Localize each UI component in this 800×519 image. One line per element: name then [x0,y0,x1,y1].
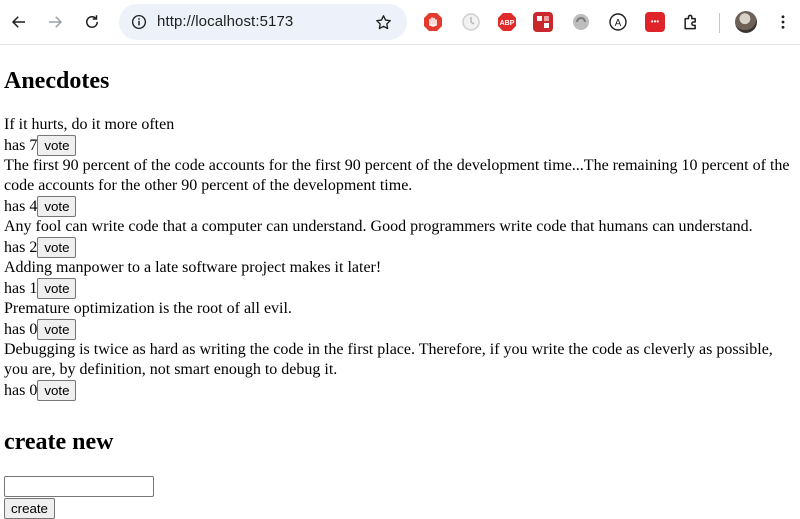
url-text[interactable]: http://localhost:5173 [157,4,293,40]
reload-button[interactable] [79,9,105,35]
anecdote-text: The first 90 percent of the code account… [4,157,790,194]
vote-count: 0 [29,321,38,338]
vote-line: has 1 vote [4,278,800,299]
vote-prefix: has [4,280,26,297]
a-circle-extension-icon[interactable]: A [608,12,628,32]
site-info-icon[interactable] [127,10,151,34]
vote-line: has 4 vote [4,196,800,217]
vote-line: has 2 vote [4,237,800,258]
vote-prefix: has [4,321,26,338]
kebab-menu-icon [781,15,785,29]
back-button[interactable] [6,9,32,35]
anecdote-text: If it hurts, do it more often [4,116,175,133]
vote-button[interactable]: vote [37,319,77,340]
grey-swirl-extension-icon[interactable] [571,12,591,32]
clock-extension-icon[interactable] [461,12,481,32]
vote-line: has 0 vote [4,380,800,401]
vote-count: 0 [29,382,38,399]
hand-stop-extension-icon[interactable] [423,12,443,32]
create-anecdote-form: create [4,476,800,519]
address-bar[interactable]: http://localhost:5173 [119,4,407,40]
arrow-right-icon [49,16,63,28]
anecdote-text: Adding manpower to a late software proje… [4,259,382,276]
browser-toolbar: http://localhost:5173 ABP A ••• [0,0,800,45]
toolbar-divider [719,13,720,33]
vote-button[interactable]: vote [37,237,77,258]
anecdote-input[interactable] [4,476,154,497]
vote-button[interactable]: vote [37,278,77,299]
anecdote-item: Adding manpower to a late software proje… [4,258,800,299]
vote-count: 1 [29,280,38,297]
anecdote-item: If it hurts, do it more often has 7 vote [4,115,800,156]
anecdote-list: If it hurts, do it more often has 7 vote … [4,115,800,401]
vote-button[interactable]: vote [37,135,77,156]
anecdote-item: Premature optimization is the root of al… [4,299,800,340]
svg-text:A: A [615,18,622,29]
vote-line: has 0 vote [4,319,800,340]
bookmark-star-icon[interactable] [373,12,393,32]
forward-button[interactable] [42,9,68,35]
reload-icon [86,15,98,28]
vote-count: 2 [29,239,38,256]
extensions-puzzle-icon[interactable] [681,12,701,32]
page-title: Anecdotes [4,68,110,94]
vote-line: has 7 vote [4,135,800,156]
svg-text:ABP: ABP [500,20,515,27]
anecdote-text: Premature optimization is the root of al… [4,300,292,317]
profile-avatar[interactable] [735,11,757,33]
red-dots-extension-icon[interactable]: ••• [645,12,665,32]
vote-prefix: has [4,239,26,256]
adblock-plus-icon[interactable]: ABP [497,12,517,32]
anecdote-text: Any fool can write code that a computer … [4,218,753,235]
page-content: Anecdotes If it hurts, do it more often … [0,67,800,519]
anecdote-item: The first 90 percent of the code account… [4,156,800,217]
anecdote-text: Debugging is twice as hard as writing th… [4,341,773,378]
vote-button[interactable]: vote [37,380,77,401]
arrow-left-icon [11,16,25,28]
create-button[interactable]: create [4,498,55,519]
menu-button[interactable] [770,9,796,35]
anecdote-item: Any fool can write code that a computer … [4,217,800,258]
vote-button[interactable]: vote [37,196,77,217]
create-new-heading: create new [4,429,114,455]
vote-count: 4 [29,198,38,215]
vote-prefix: has [4,198,26,215]
anecdote-item: Debugging is twice as hard as writing th… [4,340,800,401]
vote-prefix: has [4,137,26,154]
vote-count: 7 [29,137,38,154]
vote-prefix: has [4,382,26,399]
puzzle-red-extension-icon[interactable] [533,12,553,32]
svg-text:•••: ••• [651,17,660,26]
